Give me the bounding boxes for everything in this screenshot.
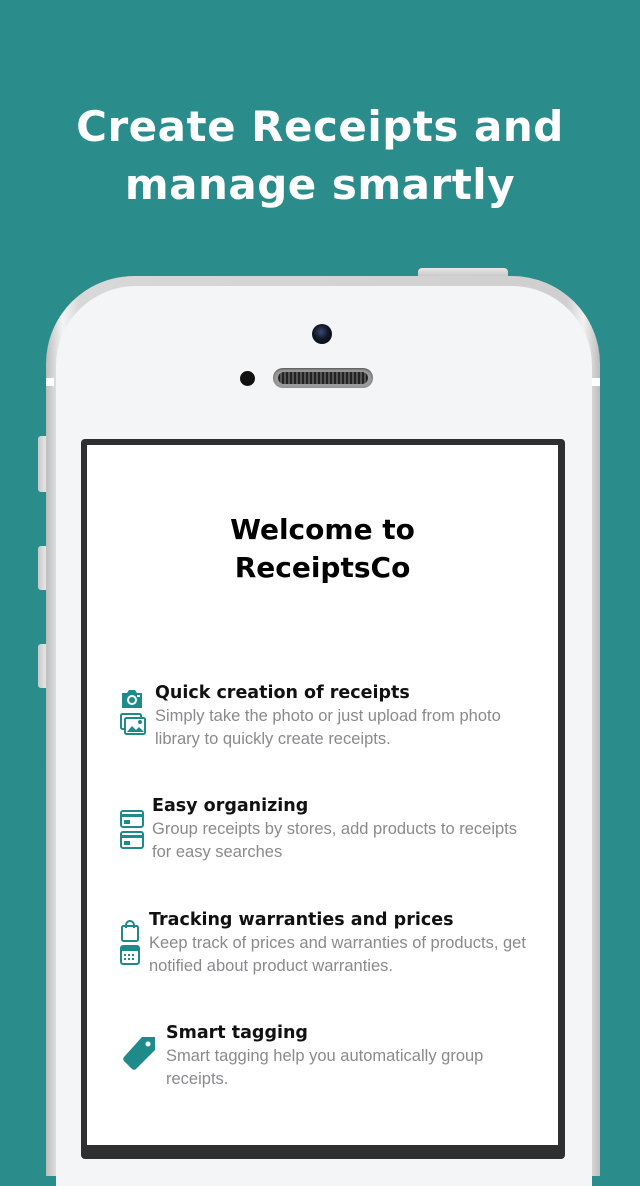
feature-description: Simply take the photo or just upload fro…: [155, 707, 501, 748]
feature-icons: [120, 810, 144, 849]
feature-description: Group receipts by stores, add products t…: [152, 820, 518, 861]
camera-icon: [120, 689, 146, 709]
phone-antenna-line: [46, 378, 54, 386]
feature-icons: [120, 920, 140, 965]
card-icon: [120, 810, 144, 828]
feature-description: Keep track of prices and warranties of p…: [149, 934, 526, 975]
photo-library-icon: [120, 713, 146, 735]
marketing-headline: Create Receipts and manage smartly: [0, 98, 640, 214]
shopping-bag-icon: [120, 920, 140, 942]
welcome-title-line-2: ReceiptsCo: [234, 551, 411, 584]
front-camera: [312, 324, 332, 344]
app-screen: Welcome to ReceiptsCo Quick creation of …: [87, 445, 558, 1145]
feature-icons: [120, 689, 146, 735]
headline-line-2: manage smartly: [124, 160, 516, 209]
phone-antenna-line: [592, 378, 600, 386]
feature-title: Easy organizing: [152, 796, 309, 816]
feature-title: Smart tagging: [166, 1023, 308, 1043]
headline-line-1: Create Receipts and: [76, 102, 564, 151]
card-icon: [120, 831, 144, 849]
proximity-sensor: [240, 371, 255, 386]
feature-title: Quick creation of receipts: [155, 683, 410, 703]
tag-icon: [120, 1035, 158, 1073]
feature-icons: [120, 1035, 158, 1073]
feature-title: Tracking warranties and prices: [149, 910, 454, 930]
welcome-title: Welcome to ReceiptsCo: [87, 511, 558, 587]
welcome-title-line-1: Welcome to: [230, 513, 415, 546]
feature-description: Smart tagging help you automatically gro…: [166, 1047, 484, 1088]
earpiece-speaker-grille: [278, 372, 368, 384]
calendar-icon: [120, 945, 140, 965]
